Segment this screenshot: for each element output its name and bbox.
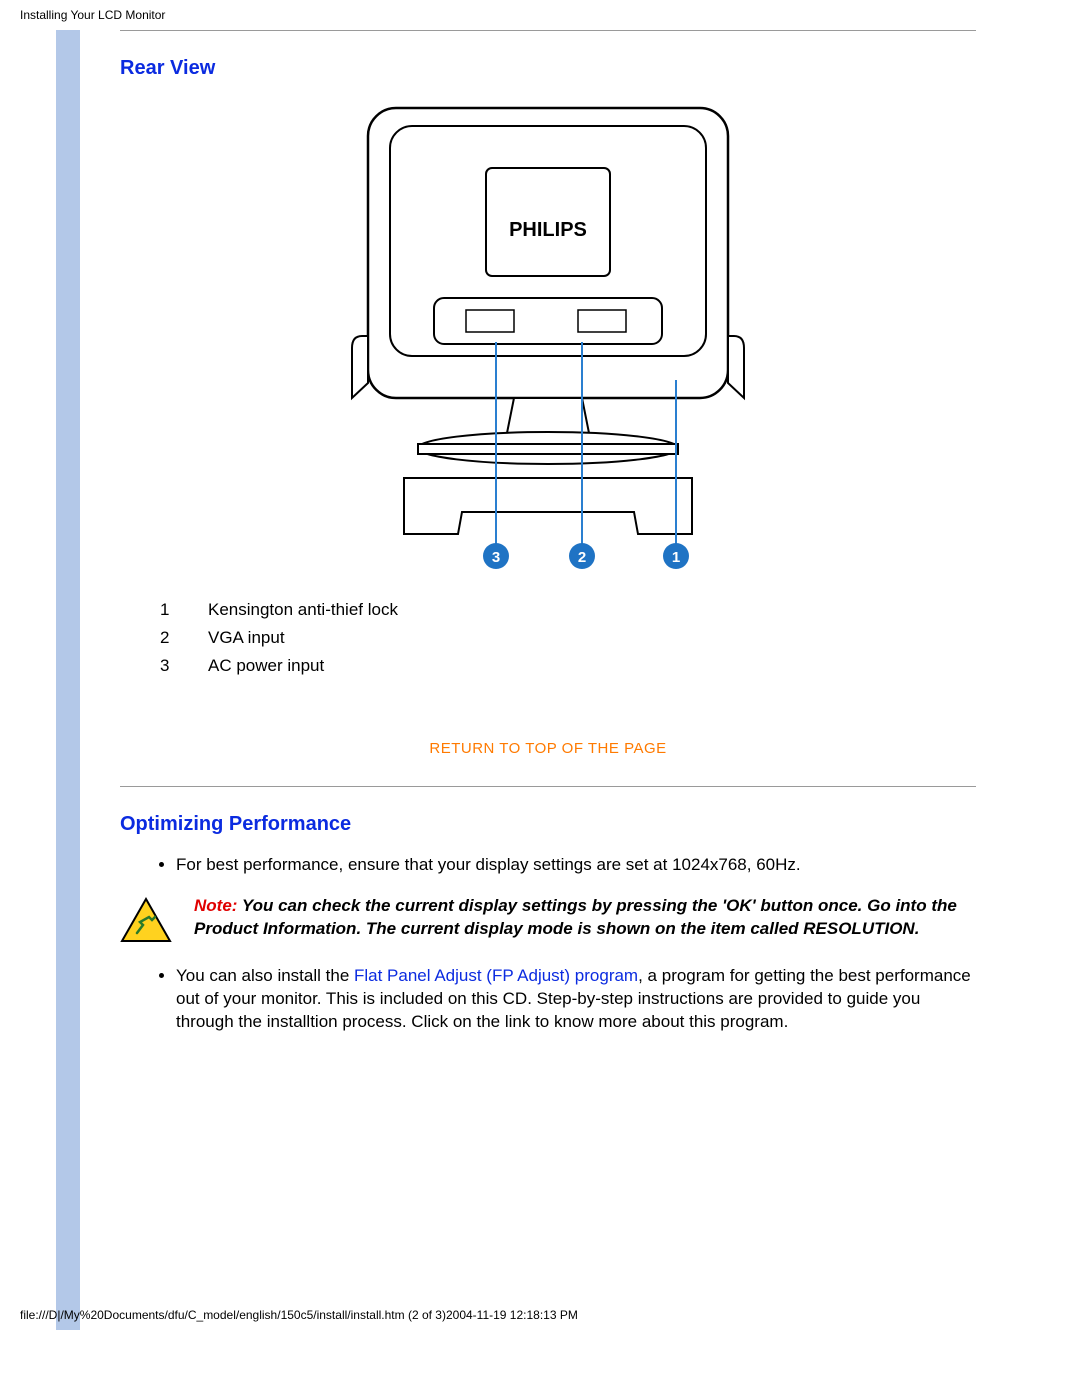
return-to-top-link[interactable]: RETURN TO TOP OF THE PAGE [429, 740, 666, 757]
legend-label: VGA input [208, 628, 285, 648]
legend-label: Kensington anti-thief lock [208, 600, 398, 620]
note-block: Note: You can check the current display … [120, 895, 976, 943]
bullet2-pre: You can also install the [176, 966, 354, 985]
rear-view-legend: 1 Kensington anti-thief lock 2 VGA input… [160, 596, 976, 680]
callout-3: 3 [492, 549, 500, 566]
legend-row: 1 Kensington anti-thief lock [160, 596, 976, 624]
fp-adjust-link[interactable]: Flat Panel Adjust (FP Adjust) program [354, 966, 638, 985]
legend-label: AC power input [208, 656, 324, 676]
note-body: You can check the current display settin… [194, 896, 957, 938]
legend-row: 2 VGA input [160, 624, 976, 652]
divider [120, 786, 976, 787]
monitor-rear-svg: PHILIPS 3 2 [338, 98, 758, 578]
divider [120, 30, 976, 31]
page-header-title: Installing Your LCD Monitor [0, 0, 1080, 30]
rear-view-diagram: PHILIPS 3 2 [120, 98, 976, 578]
legend-num: 1 [160, 600, 178, 620]
note-text: Note: You can check the current display … [194, 895, 976, 941]
content-frame: Rear View PHILIPS [56, 30, 1040, 1330]
optimizing-heading: Optimizing Performance [120, 813, 976, 836]
legend-num: 2 [160, 628, 178, 648]
perf-bullet-1: For best performance, ensure that your d… [176, 854, 976, 877]
brand-label: PHILIPS [509, 219, 587, 241]
callout-1: 1 [672, 549, 680, 566]
note-label: Note: [194, 896, 237, 915]
callout-2: 2 [578, 549, 586, 566]
perf-bullet-2: You can also install the Flat Panel Adju… [176, 965, 976, 1034]
legend-num: 3 [160, 656, 178, 676]
legend-row: 3 AC power input [160, 652, 976, 680]
rear-view-heading: Rear View [120, 57, 976, 80]
file-path-footer: file:///D|/My%20Documents/dfu/C_model/en… [0, 1300, 578, 1322]
warning-icon [120, 897, 172, 943]
